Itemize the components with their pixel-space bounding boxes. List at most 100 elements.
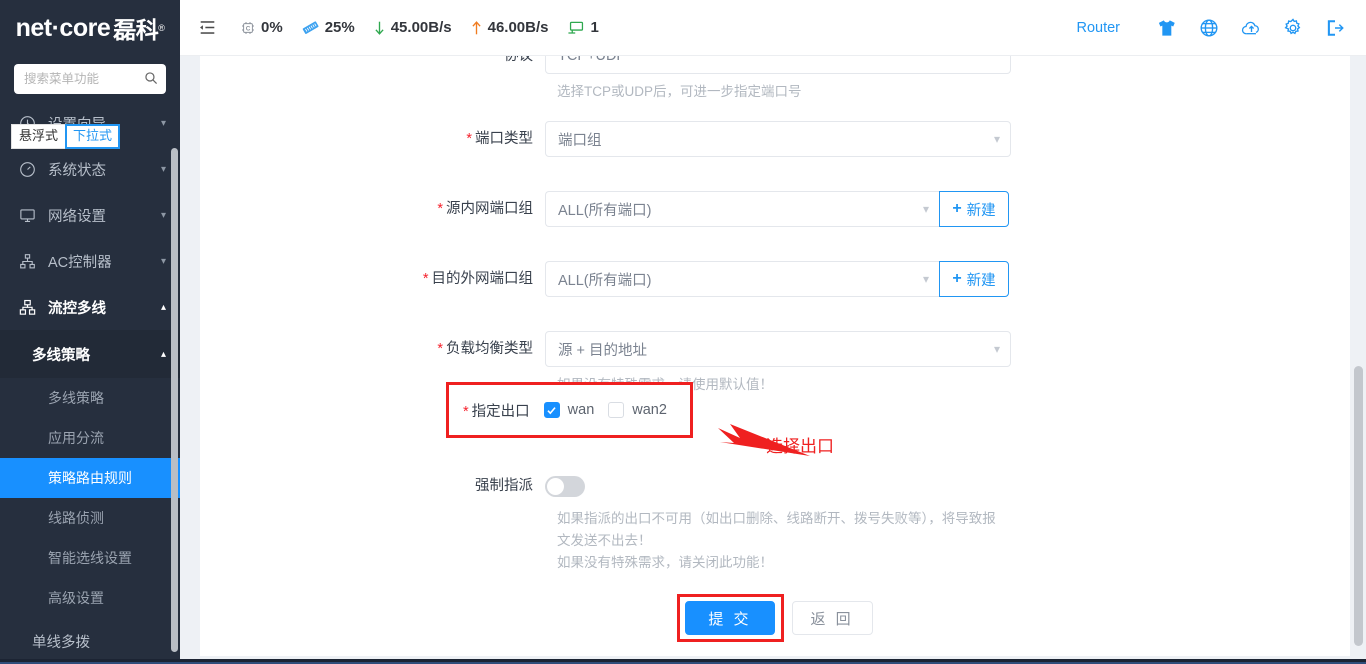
top-header: C 0% 25% 45.00B/s 46.00B/s 1 Router bbox=[180, 0, 1366, 56]
sidebar-item-label: AC控制器 bbox=[48, 254, 112, 271]
add-src-lan-port-group-button[interactable]: + 新建 bbox=[939, 191, 1009, 227]
brand-registered-mark: ® bbox=[158, 23, 165, 33]
stat-upload-value: 46.00B/s bbox=[487, 19, 549, 36]
form-label-src-lan-port-group-text: 源内网端口组 bbox=[446, 201, 533, 217]
header-left: C 0% 25% 45.00B/s 46.00B/s 1 bbox=[180, 13, 599, 43]
menu-mode-dropdown[interactable]: 下拉式 bbox=[65, 124, 121, 149]
wan2-checkbox[interactable] bbox=[608, 402, 625, 418]
sidebar-item-single-line-multidial[interactable]: 单线多拨 bbox=[0, 618, 180, 664]
sidebar-item-label: 网络设置 bbox=[48, 208, 106, 225]
wan-checkbox-label: wan bbox=[567, 402, 595, 418]
form-label-src-lan-port-group: * 源内网端口组 bbox=[200, 191, 545, 227]
form-label-specify-export-text: 指定出口 bbox=[471, 403, 530, 420]
chevron-down-icon: ▾ bbox=[922, 272, 929, 286]
form-row-src-lan-port-group: * 源内网端口组 ALL(所有端口) ▾ + 新建 bbox=[200, 191, 1350, 227]
sidebar-item-label: 系统状态 bbox=[48, 162, 106, 179]
form-actions: 提 交 返 回 bbox=[200, 594, 1350, 642]
form-label-protocol-text: 协议 bbox=[504, 56, 533, 64]
app-root: net·core磊科® 悬浮式 下拉式 bbox=[0, 0, 1366, 664]
stat-download: 45.00B/s bbox=[373, 19, 452, 37]
cloud-upload-icon[interactable] bbox=[1234, 11, 1268, 45]
sidebar-item-network-settings[interactable]: 网络设置 ▾ bbox=[0, 192, 180, 238]
stat-memory: 25% bbox=[301, 19, 355, 36]
sidebar-subitem-policy-route-rules[interactable]: 策略路由规则 bbox=[0, 458, 180, 498]
search-icon[interactable] bbox=[144, 71, 158, 85]
add-dst-wan-port-group-button[interactable]: + 新建 bbox=[939, 261, 1009, 297]
form-label-dst-wan-port-group-text: 目的外网端口组 bbox=[431, 271, 534, 287]
form-label-lb-type: * 负载均衡类型 bbox=[200, 331, 545, 367]
callout-label: 选择出口 bbox=[766, 437, 834, 456]
protocol-select-value: TCP+UDP bbox=[558, 56, 627, 64]
submenu-header-label: 多线策略 bbox=[32, 347, 90, 364]
form-row-port-type: * 端口类型 端口组 ▾ bbox=[200, 121, 1350, 157]
force-assign-hint: 如果指派的出口不可用（如出口删除、线路断开、拨号失败等），将导致报 文发送不出去… bbox=[545, 497, 1350, 574]
plus-icon: + bbox=[952, 200, 962, 217]
wan-checkbox[interactable] bbox=[543, 402, 560, 418]
protocol-hint: 选择TCP或UDP后，可进一步指定端口号 bbox=[557, 84, 802, 99]
lb-type-select[interactable]: 源 + 目的地址 ▾ bbox=[545, 331, 1011, 367]
brand-name-cn: 磊科 bbox=[113, 17, 159, 43]
logout-icon[interactable] bbox=[1318, 11, 1352, 45]
chevron-up-icon: ▴ bbox=[160, 348, 166, 360]
plus-icon: + bbox=[952, 270, 962, 287]
src-lan-port-group-select[interactable]: ALL(所有端口) ▾ bbox=[545, 191, 939, 227]
toggle-knob bbox=[547, 478, 564, 495]
stat-upload: 46.00B/s bbox=[470, 19, 549, 37]
brand-name-en: net·core bbox=[15, 13, 111, 42]
cpu-icon: C bbox=[240, 20, 256, 36]
chevron-down-icon: ▾ bbox=[922, 202, 929, 216]
policy-route-form-panel: 协议 TCP+UDP 选择TCP或UDP后，可进一步指定端口号 * 端口类型 端… bbox=[200, 56, 1350, 656]
sidebar-subitem-line-detection[interactable]: 线路侦测 bbox=[0, 498, 180, 538]
sidebar-item-ac-controller[interactable]: AC控制器 ▾ bbox=[0, 238, 180, 284]
chevron-up-icon: ▴ bbox=[160, 301, 166, 313]
submit-highlight-box: 提 交 bbox=[677, 594, 784, 642]
port-type-select[interactable]: 端口组 ▾ bbox=[545, 121, 1011, 157]
lb-type-select-value: 源 + 目的地址 bbox=[558, 342, 648, 359]
content-scrollbar[interactable] bbox=[1354, 366, 1363, 646]
gear-icon[interactable] bbox=[1276, 11, 1310, 45]
sidebar-item-label: 流控多线 bbox=[48, 300, 106, 317]
sidebar-subitem-smart-line-settings[interactable]: 智能选线设置 bbox=[0, 538, 180, 578]
add-dst-wan-port-group-label: 新建 bbox=[966, 272, 996, 289]
submit-button[interactable]: 提 交 bbox=[685, 601, 775, 635]
chevron-down-icon: ▾ bbox=[160, 163, 166, 175]
globe-icon[interactable] bbox=[1192, 11, 1226, 45]
sidebar-item-system-status[interactable]: 系统状态 ▾ bbox=[0, 146, 180, 192]
force-assign-toggle[interactable] bbox=[545, 476, 585, 497]
search-box[interactable] bbox=[14, 64, 166, 94]
sidebar-subitem-multiwan-policy[interactable]: 多线策略 bbox=[0, 378, 180, 418]
sidebar-search bbox=[0, 56, 180, 100]
sitemap-icon bbox=[16, 253, 38, 270]
sidebar-subitem-advanced-settings[interactable]: 高级设置 bbox=[0, 578, 180, 618]
required-mark: * bbox=[437, 341, 443, 357]
router-name-link[interactable]: Router bbox=[1076, 20, 1120, 36]
sidebar-item-traffic-multiwan[interactable]: 流控多线 ▴ bbox=[0, 284, 180, 330]
chevron-down-icon: ▾ bbox=[160, 209, 166, 221]
download-arrow-icon bbox=[373, 19, 386, 37]
stat-clients: 1 bbox=[567, 19, 599, 36]
sidebar: net·core磊科® 悬浮式 下拉式 bbox=[0, 0, 180, 664]
required-mark: * bbox=[466, 131, 472, 147]
form-label-port-type-text: 端口类型 bbox=[475, 131, 533, 147]
protocol-select[interactable]: TCP+UDP bbox=[545, 56, 1011, 74]
stat-memory-value: 25% bbox=[324, 19, 355, 36]
dst-wan-port-group-select[interactable]: ALL(所有端口) ▾ bbox=[545, 261, 939, 297]
menu-mode-tabs: 悬浮式 下拉式 bbox=[11, 124, 121, 149]
collapse-menu-icon[interactable] bbox=[192, 13, 222, 43]
required-mark: * bbox=[422, 271, 429, 287]
add-src-lan-port-group-label: 新建 bbox=[966, 202, 996, 219]
bottom-taskbar-strip bbox=[0, 659, 1366, 664]
sidebar-scrollbar[interactable] bbox=[171, 148, 178, 652]
submenu-header-multiwan-policy[interactable]: 多线策略 ▴ bbox=[0, 330, 180, 378]
svg-text:C: C bbox=[246, 25, 251, 32]
force-assign-hint-line-1: 如果指派的出口不可用（如出口删除、线路断开、拨号失败等），将导致报 bbox=[557, 511, 996, 526]
header-right: Router bbox=[1076, 11, 1366, 45]
force-assign-hint-line-2: 文发送不出去！ bbox=[557, 533, 652, 548]
required-mark: * bbox=[463, 403, 469, 420]
required-mark: * bbox=[437, 201, 443, 217]
back-button[interactable]: 返 回 bbox=[791, 601, 873, 635]
sidebar-subitem-app-routing[interactable]: 应用分流 bbox=[0, 418, 180, 458]
menu-mode-float[interactable]: 悬浮式 bbox=[11, 124, 67, 149]
chevron-down-icon: ▾ bbox=[993, 342, 1000, 356]
tshirt-icon[interactable] bbox=[1150, 11, 1184, 45]
